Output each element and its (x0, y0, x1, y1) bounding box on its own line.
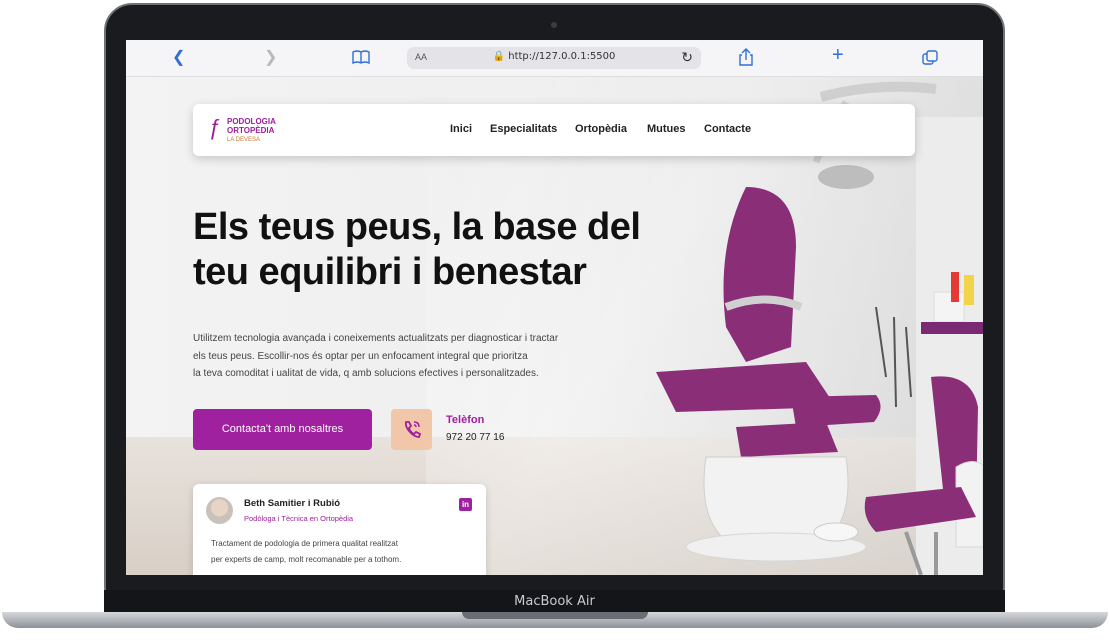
testimonial-card: Beth Samitier i Rubió Podòloga i Tècnica… (193, 484, 486, 575)
screen: ❮ ❯ AA 🔒 http://127.0.0.1:5500 ↻ + ƒ POD… (126, 40, 983, 575)
plus-icon[interactable]: + (832, 45, 844, 65)
phone-button[interactable] (391, 409, 432, 450)
linkedin-icon[interactable]: in (459, 498, 472, 511)
testimonial-quote-line2: per experts de camp, molt recomanable pe… (211, 555, 402, 564)
laptop-notch (462, 612, 648, 619)
browser-toolbar: ❮ ❯ AA 🔒 http://127.0.0.1:5500 ↻ + (126, 40, 983, 77)
hero-title-line2: teu equilibri i benestar (193, 251, 587, 293)
nav-item-ortopedia[interactable]: Ortopèdia (575, 123, 627, 135)
hero-title: Els teus peus, la base del teu equilibri… (193, 205, 733, 295)
tabs-icon[interactable] (922, 50, 938, 66)
nav-item-especialitats[interactable]: Especialitats (490, 123, 557, 135)
contact-button[interactable]: Contacta't amb nosaltres (193, 409, 372, 450)
url-value: http://127.0.0.1:5500 (508, 51, 616, 62)
back-icon[interactable]: ❮ (172, 49, 185, 67)
device-label: MacBook Air (514, 594, 595, 609)
book-icon[interactable] (352, 50, 370, 65)
logo-line1: PODOLOGIA (227, 117, 276, 126)
url-text: 🔒 http://127.0.0.1:5500 (407, 51, 701, 62)
testimonial-role: Podòloga i Tècnica en Ortopèdia (244, 514, 354, 523)
nav-item-inici[interactable]: Inici (450, 123, 472, 135)
reload-icon[interactable]: ↻ (681, 49, 693, 66)
main-navbar: ƒ PODOLOGIA ORTOPÈDIA LA DEVESA Inici Es… (193, 104, 915, 156)
logo-line3: LA DEVESA (227, 137, 261, 143)
avatar (206, 497, 233, 524)
hero-paragraph: Utilitzem tecnologia avançada i coneixem… (193, 330, 613, 383)
hero-title-line1: Els teus peus, la base del (193, 206, 641, 248)
phone-number[interactable]: 972 20 77 16 (446, 432, 504, 443)
nav-item-contacte[interactable]: Contacte (704, 123, 751, 135)
logo-line2: ORTOPÈDIA (227, 126, 275, 135)
camera-icon (551, 22, 557, 28)
phone-icon (404, 421, 422, 438)
forward-icon[interactable]: ❯ (264, 49, 277, 67)
hero-paragraph-line3: la teva comoditat i ualitat de vida, q a… (193, 368, 539, 379)
lock-icon: 🔒 (492, 51, 506, 62)
hero-paragraph-line2: els teus peus. Escollir-nos és optar per… (193, 350, 528, 362)
phone-label: Telèfon (446, 414, 485, 426)
foot-logo-icon: ƒ (209, 115, 222, 140)
address-bar[interactable]: AA 🔒 http://127.0.0.1:5500 ↻ (407, 47, 701, 69)
logo[interactable]: PODOLOGIA ORTOPÈDIA (227, 117, 276, 135)
hero-section: ƒ PODOLOGIA ORTOPÈDIA LA DEVESA Inici Es… (126, 77, 983, 575)
testimonial-name: Beth Samitier i Rubió (244, 498, 341, 509)
testimonial-quote: Tractament de podologia de primera quali… (211, 536, 471, 568)
nav-item-mutues[interactable]: Mutues (647, 123, 686, 135)
hero-paragraph-line1: Utilitzem tecnologia avançada i coneixem… (193, 333, 559, 344)
share-icon[interactable] (738, 48, 754, 66)
testimonial-quote-line1: Tractament de podologia de primera quali… (211, 539, 398, 548)
